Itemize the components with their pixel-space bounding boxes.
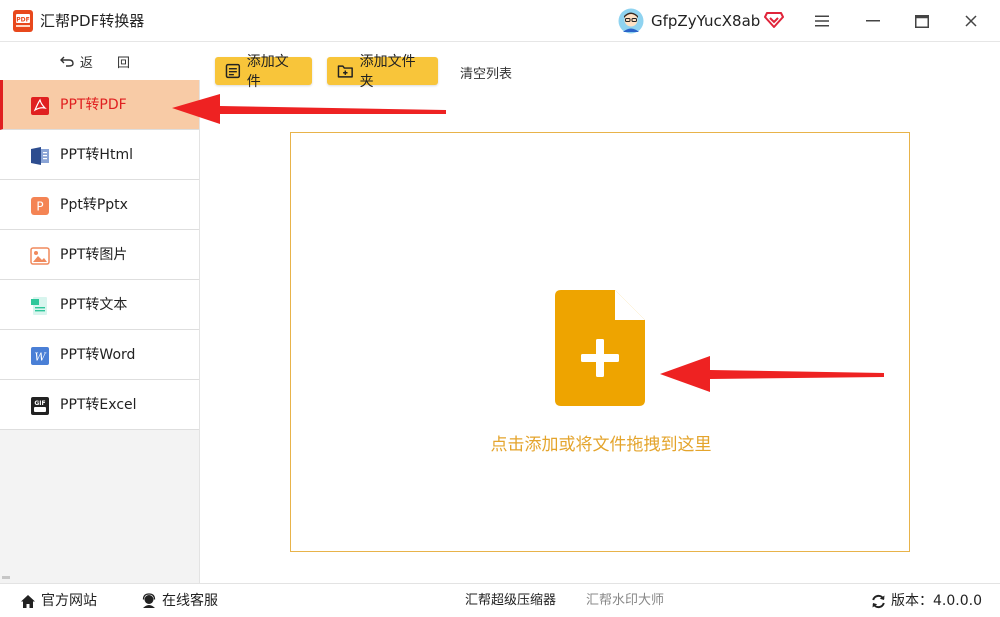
- maximize-icon: [915, 14, 929, 28]
- file-drop-zone[interactable]: 点击添加或将文件拖拽到这里: [290, 132, 910, 552]
- sidebar-scrollbar[interactable]: [2, 576, 10, 579]
- word-icon-text: W: [34, 351, 47, 364]
- sidebar-item-label: Ppt转Pptx: [60, 197, 128, 213]
- version-info[interactable]: 版本：4.0.0.0: [871, 593, 982, 609]
- compressor-link[interactable]: 汇帮超级压缩器: [465, 593, 556, 609]
- headset-icon: [142, 593, 156, 608]
- sidebar-item-ppt-to-html[interactable]: PPT转Html: [0, 130, 199, 180]
- app-logo-text: PDF: [16, 17, 29, 24]
- close-icon: [965, 15, 977, 27]
- user-name[interactable]: GfpZyYucX8ab: [651, 11, 760, 31]
- sidebar-item-label: PPT转Html: [60, 147, 133, 163]
- app-logo-icon: PDF: [13, 10, 33, 32]
- user-avatar[interactable]: [618, 8, 644, 34]
- add-file-icon: [555, 290, 645, 406]
- folder-plus-icon: [337, 65, 353, 78]
- home-icon: [21, 594, 35, 608]
- sidebar-item-label: PPT转Excel: [60, 397, 137, 413]
- sidebar-item-label: PPT转Word: [60, 347, 136, 363]
- excel-icon: GIF: [31, 397, 49, 415]
- back-label: 返 回: [79, 55, 141, 71]
- annotation-arrow-sidebar: [172, 94, 446, 124]
- image-icon: [30, 247, 50, 265]
- add-file-button[interactable]: 添加文件: [215, 54, 312, 90]
- version-label: 版本：4.0.0.0: [891, 593, 982, 609]
- sidebar-item-ppt-to-word[interactable]: W PPT转Word: [0, 330, 199, 380]
- pptx-icon-text: P: [36, 200, 43, 214]
- vip-diamond-icon[interactable]: [764, 11, 784, 29]
- file-list-icon: [225, 63, 241, 79]
- pdf-icon: [31, 97, 49, 115]
- online-service-label: 在线客服: [162, 593, 218, 609]
- word-icon: W: [31, 347, 49, 365]
- clear-list-button[interactable]: 清空列表: [460, 63, 512, 82]
- hamburger-icon: [815, 15, 829, 27]
- sidebar-item-label: PPT转PDF: [60, 97, 127, 113]
- add-folder-button[interactable]: 添加文件夹: [327, 54, 438, 90]
- pptx-icon: P: [31, 197, 49, 215]
- text-icon: [31, 297, 47, 315]
- back-button[interactable]: 返 回: [0, 42, 200, 80]
- close-button[interactable]: [951, 6, 991, 36]
- sidebar-item-ppt-to-excel[interactable]: GIF PPT转Excel: [0, 380, 199, 430]
- online-service-link[interactable]: 在线客服: [141, 593, 218, 609]
- drop-hint-text: 点击添加或将文件拖拽到这里: [490, 435, 712, 455]
- refresh-icon: [872, 594, 885, 608]
- watermark-link[interactable]: 汇帮水印大师: [586, 593, 664, 609]
- sidebar-item-ppt-to-image[interactable]: PPT转图片: [0, 230, 199, 280]
- excel-icon-text: GIF: [34, 400, 45, 407]
- sidebar-item-ppt-to-text[interactable]: PPT转文本: [0, 280, 199, 330]
- maximize-button[interactable]: [902, 6, 942, 36]
- menu-button[interactable]: [802, 6, 842, 36]
- annotation-arrow-dropzone: [660, 356, 884, 392]
- undo-arrow-icon: [59, 56, 74, 67]
- footer-bar: 官方网站 在线客服 汇帮超级压缩器 汇帮水印大师 版本：4.0.0.0: [0, 583, 1000, 617]
- minimize-icon: [866, 20, 880, 22]
- title-bar: PDF 汇帮PDF转换器 GfpZyYucX8ab: [0, 0, 1000, 42]
- minimize-button[interactable]: [853, 6, 893, 36]
- app-title: 汇帮PDF转换器: [40, 12, 145, 30]
- sidebar-item-label: PPT转文本: [60, 297, 128, 313]
- sidebar-item-label: PPT转图片: [60, 247, 128, 263]
- html-icon: [31, 147, 49, 165]
- official-site-label: 官方网站: [41, 593, 97, 609]
- sidebar-item-ppt-to-pptx[interactable]: P Ppt转Pptx: [0, 180, 199, 230]
- official-site-link[interactable]: 官方网站: [20, 593, 97, 609]
